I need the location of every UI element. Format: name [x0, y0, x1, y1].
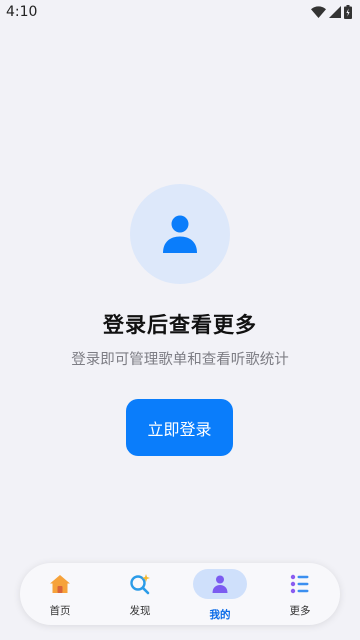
page-title: 登录后查看更多 [103, 313, 257, 337]
user-icon [163, 215, 197, 253]
avatar [130, 184, 230, 284]
profile-icon [212, 575, 228, 593]
discover-icon [130, 574, 150, 595]
tab-home[interactable]: 首页 [20, 563, 100, 625]
status-time: 4:10 [6, 4, 38, 20]
signal-icon [329, 6, 341, 18]
tab-more-label: 更多 [289, 605, 311, 617]
tab-mine[interactable]: 我的 [180, 563, 260, 625]
wifi-icon [311, 6, 326, 18]
more-icon [290, 574, 309, 594]
status-icons [311, 5, 352, 19]
tab-discover[interactable]: 发现 [100, 563, 180, 625]
login-button[interactable]: 立即登录 [126, 399, 233, 456]
tab-mine-label: 我的 [209, 609, 231, 621]
tab-more[interactable]: 更多 [260, 563, 340, 625]
page-subtitle: 登录即可管理歌单和查看听歌统计 [71, 352, 289, 368]
battery-icon [344, 5, 352, 19]
tab-home-label: 首页 [49, 605, 71, 617]
home-icon [50, 575, 70, 593]
status-bar: 4:10 [0, 0, 360, 24]
bottom-tab-bar: 首页 发现 我的 更多 [20, 563, 340, 625]
tab-discover-label: 发现 [129, 605, 151, 617]
